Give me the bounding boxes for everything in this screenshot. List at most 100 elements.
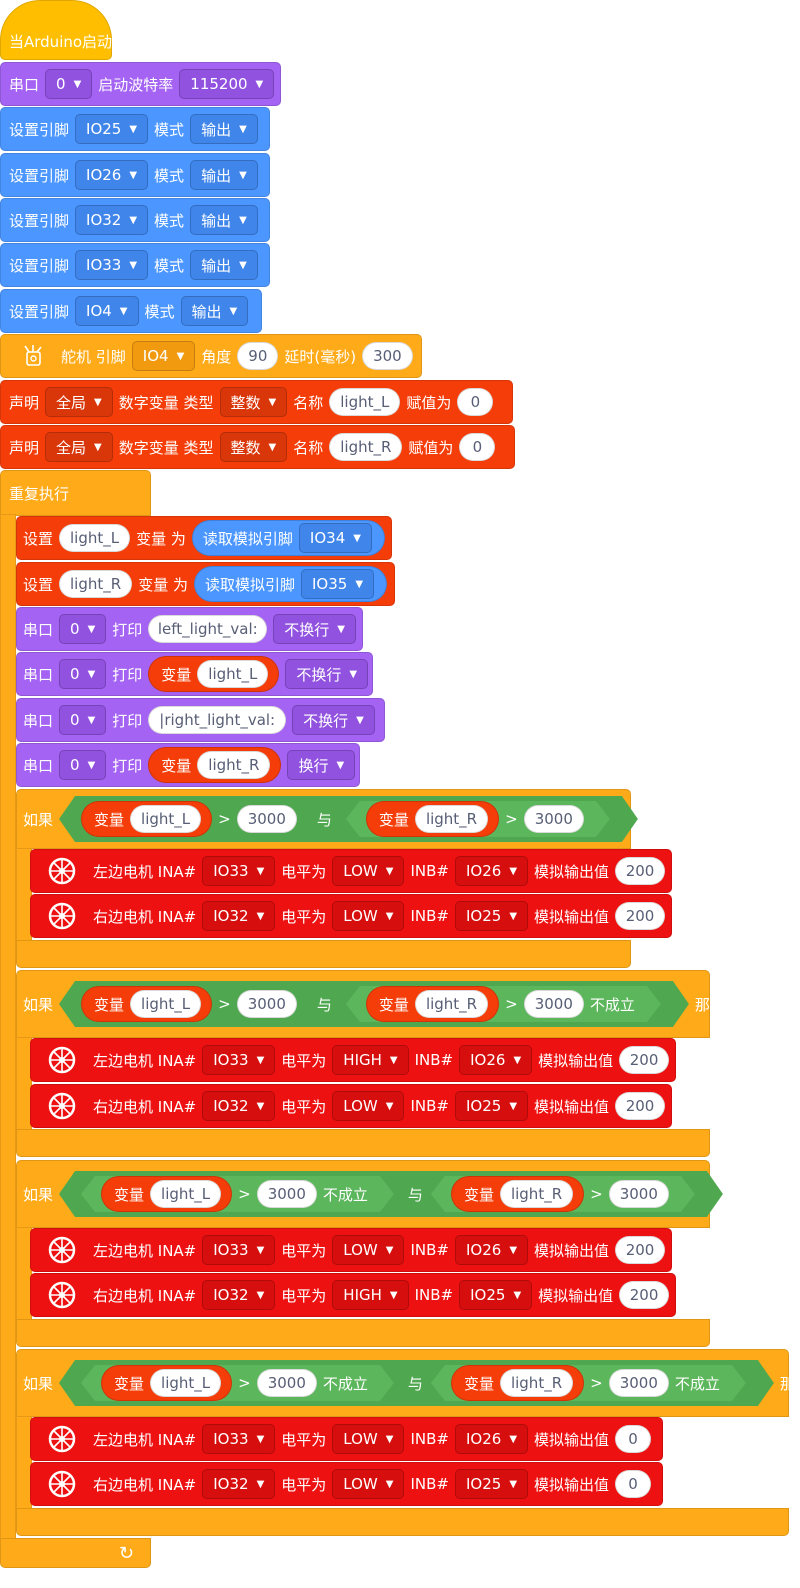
inb-pin-dropdown[interactable]: IO26 ▼ — [454, 1235, 529, 1265]
pin-mode-block-io26[interactable]: 设置引脚 IO26 ▼ 模式 输出 ▼ — [0, 153, 270, 197]
pin-mode-block-io25[interactable]: 设置引脚 IO25 ▼ 模式 输出 ▼ — [0, 107, 270, 151]
pin-mode-block-io33[interactable]: 设置引脚 IO33 ▼ 模式 输出 ▼ — [0, 243, 270, 287]
level-dropdown[interactable]: LOW ▼ — [332, 1091, 405, 1121]
delay-input[interactable]: 300 — [362, 342, 413, 370]
mode-dropdown[interactable]: 输出 ▼ — [190, 160, 258, 190]
servo-pin-dropdown[interactable]: IO4 ▼ — [131, 341, 196, 371]
and-condition[interactable]: 变量 light_L > 3000 与 变量 light_R > 3000 — [59, 796, 638, 842]
pin-mode-block-io32[interactable]: 设置引脚 IO32 ▼ 模式 输出 ▼ — [0, 198, 270, 242]
var-name-input[interactable]: light_L — [197, 660, 269, 688]
ina-pin-dropdown[interactable]: IO32 ▼ — [202, 901, 276, 931]
threshold-input[interactable]: 3000 — [524, 990, 584, 1018]
serial-port-dropdown[interactable]: 0 ▼ — [59, 750, 107, 780]
if-block-4[interactable]: 如果 变量 light_L > 3000 不成立 与 变量 light_R > 30… — [16, 1349, 800, 1417]
level-dropdown[interactable]: HIGH ▼ — [332, 1280, 409, 1310]
newline-dropdown[interactable]: 不换行 ▼ — [292, 705, 375, 735]
threshold-input[interactable]: 3000 — [257, 1180, 317, 1208]
declare-var-block-right[interactable]: 声明 全局 ▼ 数字变量 类型 整数 ▼ 名称 light_R 赋值为 0 — [0, 425, 515, 469]
serial-print-block-3[interactable]: 串口 0 ▼ 打印 |right_light_val: 不换行 ▼ — [16, 698, 385, 742]
level-dropdown[interactable]: LOW ▼ — [332, 1469, 405, 1499]
serial-port-dropdown[interactable]: 0 ▼ — [45, 69, 93, 99]
var-name-input[interactable]: light_R — [329, 433, 403, 461]
serial-print-block-2[interactable]: 串口 0 ▼ 打印 变量 light_L 不换行 ▼ — [16, 652, 373, 696]
and-condition[interactable]: 变量 light_L > 3000 与 变量 light_R > 3000 不成立 — [59, 981, 689, 1027]
ina-pin-dropdown[interactable]: IO33 ▼ — [202, 856, 276, 886]
var-name-input[interactable]: light_R — [197, 751, 271, 779]
compare-condition[interactable]: 变量 light_R > 3000 — [346, 801, 610, 837]
compare-condition[interactable]: 变量 light_R > 3000 — [431, 1176, 695, 1212]
serial-begin-block[interactable]: 串口 0 ▼ 启动波特率 115200 ▼ — [0, 62, 281, 106]
var-name-input[interactable]: light_R — [59, 570, 133, 598]
left-motor-block[interactable]: 左边电机 INA# IO33 ▼ 电平为 LOW ▼ INB# IO26 ▼ 模拟输出… — [30, 849, 672, 893]
left-motor-block[interactable]: 左边电机 INA# IO33 ▼ 电平为 LOW ▼ INB# IO26 ▼ 模拟输出… — [30, 1417, 663, 1461]
ina-pin-dropdown[interactable]: IO33 ▼ — [202, 1235, 276, 1265]
analog-out-input[interactable]: 200 — [615, 1236, 665, 1264]
inb-pin-dropdown[interactable]: IO25 ▼ — [454, 1091, 529, 1121]
angle-input[interactable]: 90 — [237, 342, 279, 370]
serial-port-dropdown[interactable]: 0 ▼ — [59, 614, 107, 644]
threshold-input[interactable]: 3000 — [257, 1369, 317, 1397]
analog-out-input[interactable]: 0 — [615, 1425, 652, 1453]
var-name-input[interactable]: light_R — [415, 990, 488, 1018]
right-motor-block[interactable]: 右边电机 INA# IO32 ▼ 电平为 HIGH ▼ INB# IO25 ▼ 模拟输… — [30, 1273, 676, 1317]
analog-out-input[interactable]: 200 — [615, 1092, 665, 1120]
mode-dropdown[interactable]: 输出 ▼ — [180, 296, 249, 326]
if-block-3[interactable]: 如果 变量 light_L > 3000 不成立 与 变量 light_R > 30… — [16, 1160, 759, 1228]
level-dropdown[interactable]: LOW ▼ — [332, 1235, 405, 1265]
serial-print-block-4[interactable]: 串口 0 ▼ 打印 变量 light_R 换行 ▼ — [16, 743, 360, 787]
inb-pin-dropdown[interactable]: IO26 ▼ — [454, 856, 529, 886]
ina-pin-dropdown[interactable]: IO33 ▼ — [202, 1424, 276, 1454]
inb-pin-dropdown[interactable]: IO26 ▼ — [459, 1045, 533, 1075]
init-value-input[interactable]: 0 — [457, 388, 494, 416]
inb-pin-dropdown[interactable]: IO25 ▼ — [454, 901, 529, 931]
variable-reporter[interactable]: 变量 light_L — [101, 1365, 232, 1401]
ina-pin-dropdown[interactable]: IO32 ▼ — [202, 1469, 276, 1499]
baud-rate-dropdown[interactable]: 115200 ▼ — [179, 69, 275, 99]
mode-dropdown[interactable]: 输出 ▼ — [190, 114, 258, 144]
threshold-input[interactable]: 3000 — [237, 990, 297, 1018]
init-value-input[interactable]: 0 — [459, 433, 496, 461]
variable-reporter[interactable]: 变量 light_R — [148, 747, 282, 783]
threshold-input[interactable]: 3000 — [609, 1369, 669, 1397]
newline-dropdown[interactable]: 换行 ▼ — [287, 750, 356, 780]
pin-mode-block-io4[interactable]: 设置引脚 IO4 ▼ 模式 输出 ▼ — [0, 289, 262, 333]
var-name-input[interactable]: light_R — [415, 805, 488, 833]
level-dropdown[interactable]: LOW ▼ — [332, 1424, 405, 1454]
if-block-2[interactable]: 如果 变量 light_L > 3000 与 变量 light_R > 3000 不… — [16, 970, 725, 1038]
serial-port-dropdown[interactable]: 0 ▼ — [59, 659, 107, 689]
var-name-input[interactable]: light_L — [59, 524, 131, 552]
print-text-input[interactable]: |right_light_val: — [148, 706, 287, 734]
analog-out-input[interactable]: 200 — [615, 857, 665, 885]
analog-out-input[interactable]: 0 — [615, 1470, 652, 1498]
var-name-input[interactable]: light_R — [500, 1180, 573, 1208]
inb-pin-dropdown[interactable]: IO25 ▼ — [459, 1280, 533, 1310]
scope-dropdown[interactable]: 全局 ▼ — [45, 387, 113, 417]
var-name-input[interactable]: light_L — [329, 388, 401, 416]
analog-out-input[interactable]: 200 — [619, 1046, 669, 1074]
type-dropdown[interactable]: 整数 ▼ — [219, 432, 288, 462]
left-motor-block[interactable]: 左边电机 INA# IO33 ▼ 电平为 LOW ▼ INB# IO26 ▼ 模拟输出… — [30, 1228, 672, 1272]
threshold-input[interactable]: 3000 — [524, 805, 584, 833]
variable-reporter[interactable]: 变量 light_L — [81, 801, 212, 837]
right-motor-block[interactable]: 右边电机 INA# IO32 ▼ 电平为 LOW ▼ INB# IO25 ▼ 模拟输出… — [30, 894, 672, 938]
left-motor-block[interactable]: 左边电机 INA# IO33 ▼ 电平为 HIGH ▼ INB# IO26 ▼ 模拟输… — [30, 1038, 676, 1082]
var-name-input[interactable]: light_R — [500, 1369, 573, 1397]
right-motor-block[interactable]: 右边电机 INA# IO32 ▼ 电平为 LOW ▼ INB# IO25 ▼ 模拟输出… — [30, 1462, 663, 1506]
servo-block[interactable]: 舵机 引脚 IO4 ▼ 角度 90 延时(毫秒) 300 — [0, 334, 422, 378]
not-condition[interactable]: 变量 light_L > 3000 不成立 — [81, 1176, 394, 1212]
pin-dropdown[interactable]: IO4 ▼ — [75, 296, 139, 326]
not-condition[interactable]: 变量 light_R > 3000 不成立 — [431, 1365, 746, 1401]
declare-var-block-left[interactable]: 声明 全局 ▼ 数字变量 类型 整数 ▼ 名称 light_L 赋值为 0 — [0, 380, 513, 424]
type-dropdown[interactable]: 整数 ▼ — [219, 387, 288, 417]
if-block-1[interactable]: 如果 变量 light_L > 3000 与 变量 light_R > 3000 那… — [16, 789, 674, 849]
var-name-input[interactable]: light_L — [150, 1180, 221, 1208]
and-condition[interactable]: 变量 light_L > 3000 不成立 与 变量 light_R > 3000 — [59, 1171, 723, 1217]
analog-pin-dropdown[interactable]: IO35 ▼ — [300, 569, 375, 599]
variable-reporter[interactable]: 变量 light_R — [451, 1176, 584, 1212]
not-condition[interactable]: 变量 light_L > 3000 不成立 — [81, 1365, 394, 1401]
mode-dropdown[interactable]: 输出 ▼ — [190, 205, 258, 235]
right-motor-block[interactable]: 右边电机 INA# IO32 ▼ 电平为 LOW ▼ INB# IO25 ▼ 模拟输出… — [30, 1084, 672, 1128]
pin-dropdown[interactable]: IO26 ▼ — [75, 160, 149, 190]
level-dropdown[interactable]: LOW ▼ — [332, 901, 405, 931]
level-dropdown[interactable]: HIGH ▼ — [332, 1045, 409, 1075]
